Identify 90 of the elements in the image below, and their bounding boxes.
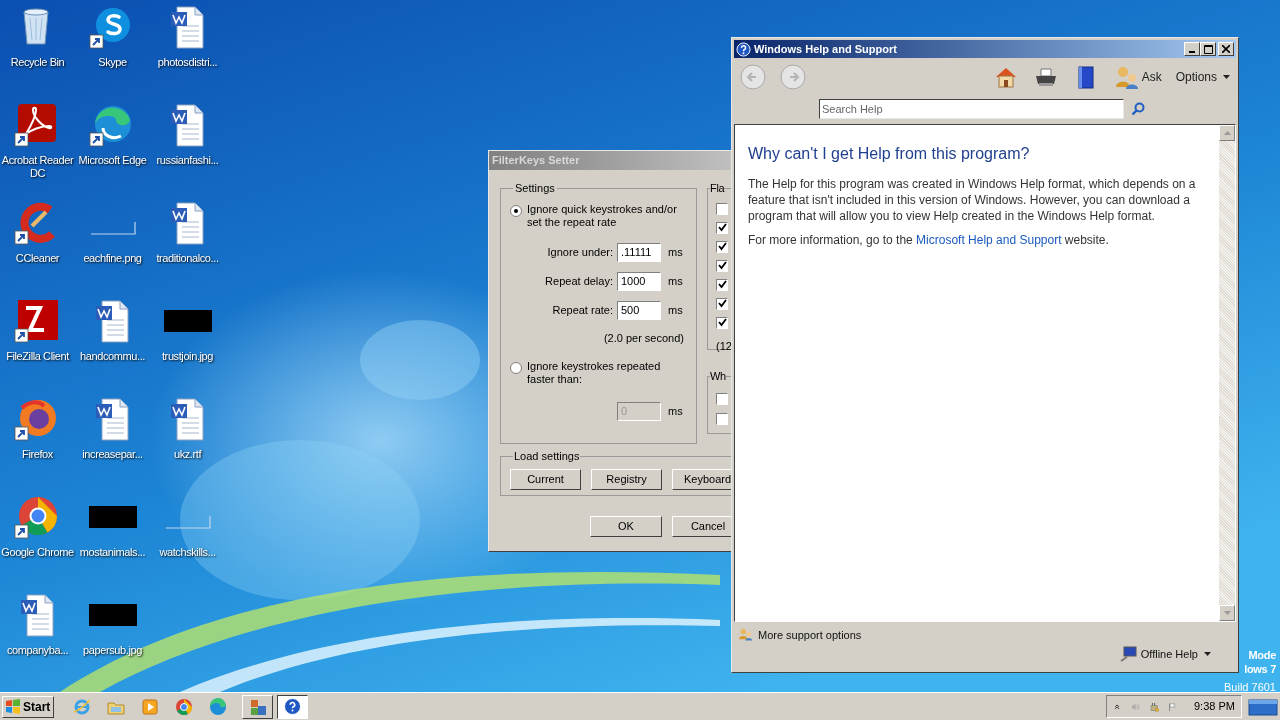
dialog-button[interactable]: OK — [590, 516, 662, 537]
desktop-icon-label[interactable]: Firefox — [22, 448, 53, 461]
desktop-icon-label[interactable]: increasepar... — [82, 448, 143, 461]
load-button[interactable]: Keyboard — [672, 468, 733, 490]
help-paragraph: For more information, go to the Microsoft Help and Support website. — [748, 232, 1110, 248]
search-field[interactable]: Search Help — [819, 98, 1124, 119]
group-label: Wh — [710, 369, 726, 384]
desktop-icon-label[interactable]: Recycle Bin — [10, 56, 65, 69]
checkbox[interactable] — [716, 412, 728, 425]
support-link[interactable]: Microsoft Help and Support — [916, 233, 1062, 247]
windows-logo-icon — [5, 698, 21, 715]
unit-label: ms — [668, 404, 682, 420]
maximize-icon — [1203, 44, 1213, 54]
radio-button[interactable] — [510, 204, 522, 217]
checkbox[interactable] — [716, 240, 728, 253]
desktop-notice-text: Build 7601 — [1224, 680, 1276, 694]
window-title: FilterKeys Setter — [492, 153, 580, 169]
radio-label: Ignore quick keystrokes and/or set the repeat rate — [527, 202, 677, 229]
unit-label: ms — [668, 273, 682, 289]
group-label: Settings — [514, 181, 556, 196]
media-player-icon[interactable] — [141, 697, 160, 716]
desktop-icon-label[interactable]: russianfashi... — [156, 154, 219, 167]
rate-note: (2.0 per second) — [603, 330, 684, 346]
group-label: Fla — [710, 181, 725, 196]
browser-icon[interactable] — [175, 697, 194, 716]
desktop-icon-label[interactable]: traditionalco... — [156, 252, 219, 265]
offline-help-menu[interactable]: Offline Help — [1140, 646, 1211, 663]
desktop-icon-label[interactable]: Google Chrome — [1, 546, 74, 559]
maximize-button[interactable] — [1200, 42, 1216, 56]
dialog-button[interactable]: Cancel — [672, 516, 733, 537]
desktop-icon-label[interactable]: mostanimals... — [79, 546, 146, 559]
down-arrow-icon — [1223, 611, 1231, 615]
desktop-icon-label[interactable]: Acrobat Reader DC — [1, 154, 74, 180]
field-label: Repeat delay: — [545, 273, 613, 289]
checkbox[interactable] — [716, 278, 728, 291]
number-field[interactable]: .11111 — [617, 242, 661, 262]
desktop-icon-label[interactable]: CCleaner — [15, 252, 60, 265]
ask-link[interactable]: Ask — [1141, 68, 1162, 86]
flags-note: (12 — [716, 338, 733, 354]
help-icon — [283, 697, 302, 716]
checkbox[interactable] — [716, 392, 728, 405]
checkbox[interactable] — [716, 259, 728, 272]
window-title: Windows Help and Support — [754, 41, 898, 57]
checkbox[interactable] — [716, 202, 728, 215]
unit-label: ms — [668, 302, 682, 318]
scrollbar[interactable] — [1219, 125, 1235, 621]
field-label: Ignore under: — [547, 244, 613, 260]
radio-label: Ignore keystrokes repeated faster than: — [527, 360, 662, 386]
help-icon — [736, 41, 751, 57]
help-heading: Why can't I get Help from this program? — [748, 144, 1031, 164]
desktop-icon-label[interactable]: ukz.rtf — [173, 448, 202, 461]
close-icon — [1222, 45, 1230, 53]
caret-icon — [1223, 75, 1230, 79]
caret-icon — [1204, 652, 1211, 657]
number-field[interactable]: 1000 — [617, 271, 661, 291]
app-window-icon — [248, 697, 267, 716]
desktop-icon-label[interactable]: eachfine.png — [83, 252, 142, 265]
desktop-icon-label[interactable]: trustjoin.jpg — [161, 350, 214, 363]
checkbox[interactable] — [716, 297, 728, 310]
search-icon[interactable] — [1131, 101, 1145, 116]
computer-icon — [1118, 646, 1137, 663]
desktop-notice-text: lows 7 — [1244, 662, 1276, 676]
minimize-button[interactable] — [1184, 42, 1200, 56]
clock[interactable]: 9:38 PM — [1194, 698, 1235, 715]
support-options-link[interactable]: More support options — [758, 626, 862, 644]
help-paragraph: The Help for this program was created in Windows Help format, which depends on a feature that isn't included in this version of Windows. However, you can download a program that will allow you to view Help created in the Windows Help format. — [748, 176, 1197, 224]
scroll-up-button[interactable] — [1219, 125, 1235, 141]
checkbox[interactable] — [716, 221, 728, 234]
field-label: Repeat rate: — [552, 302, 613, 318]
number-field[interactable]: 500 — [617, 300, 661, 320]
unit-label: ms — [668, 244, 682, 260]
load-button[interactable]: Registry — [591, 468, 662, 490]
up-arrow-icon — [1223, 131, 1231, 135]
desktop-icon-label[interactable]: FileZilla Client — [6, 350, 69, 363]
show-desktop-icon[interactable] — [1248, 696, 1278, 717]
desktop-icon-label[interactable]: photosdistri... — [157, 56, 218, 69]
desktop-notice-text: Mode — [1248, 648, 1276, 662]
checkbox[interactable] — [716, 316, 728, 329]
load-button[interactable]: Current — [510, 468, 581, 490]
desktop-icon-label[interactable]: Microsoft Edge — [78, 154, 147, 167]
close-button[interactable] — [1218, 42, 1234, 56]
group-label: Load settings — [513, 449, 581, 464]
scroll-down-button[interactable] — [1219, 605, 1235, 621]
desktop-icon-label[interactable]: handcommu... — [80, 350, 145, 363]
start-button[interactable]: Start — [2, 695, 54, 718]
desktop-icon-label[interactable]: Skype — [98, 56, 127, 69]
options-menu[interactable]: Options — [1175, 68, 1230, 86]
desktop-icon-label[interactable]: companyba... — [6, 644, 69, 657]
taskbar-button[interactable] — [277, 694, 308, 719]
radio-button[interactable] — [510, 362, 522, 374]
